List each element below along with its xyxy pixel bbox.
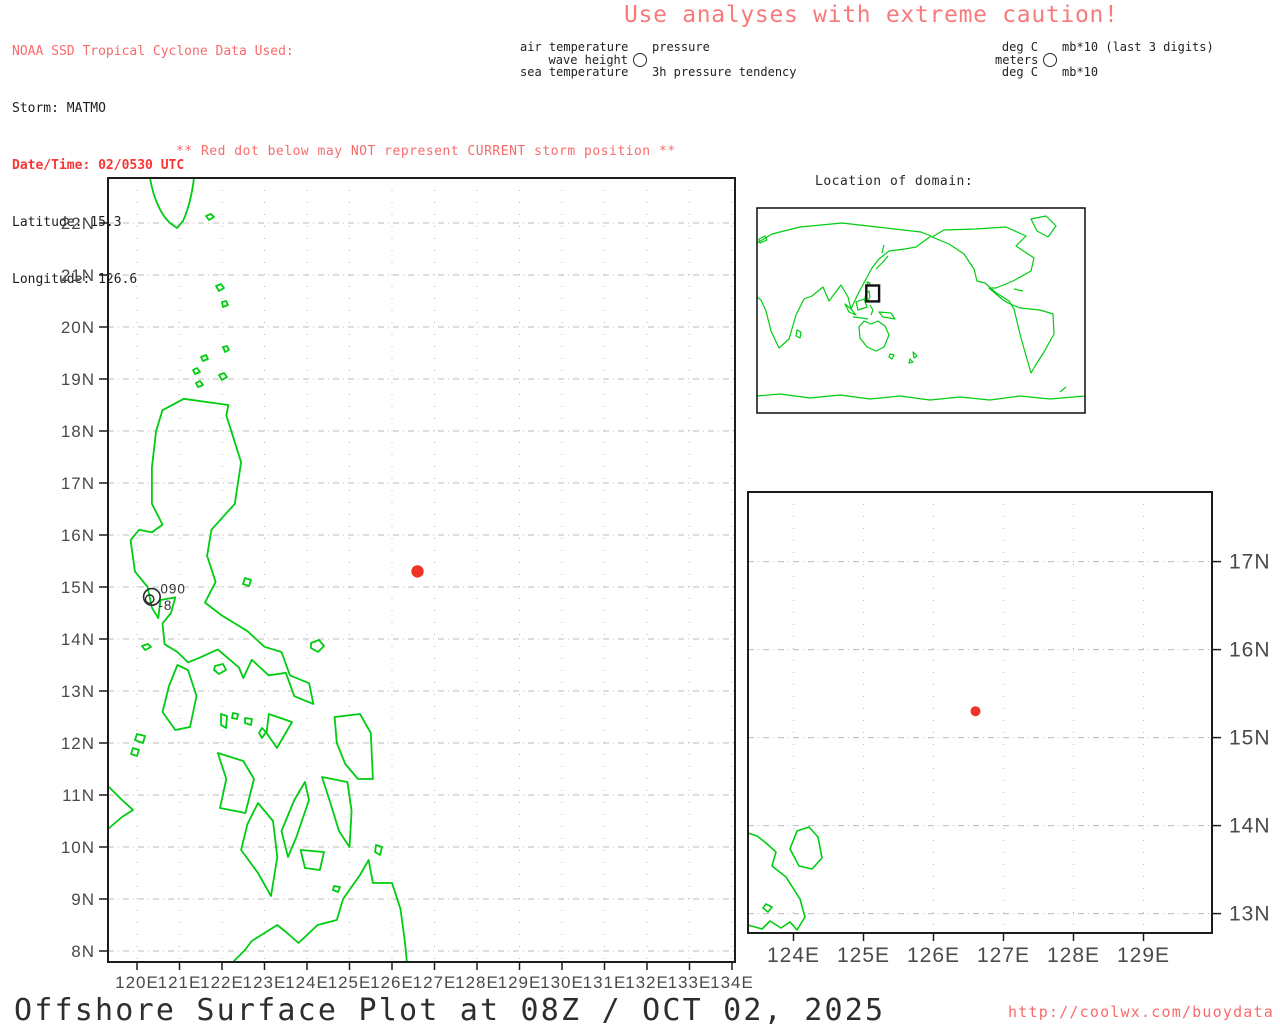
zoom-map-data-layer	[970, 706, 981, 717]
lon-tick-label: 129E	[498, 973, 542, 992]
lon-tick-label: 127E	[413, 973, 457, 992]
station-tendency-value: -8	[158, 598, 172, 613]
zoom-map-coastline	[747, 826, 823, 931]
source-url-link[interactable]: http://coolwx.com/buoydata	[1008, 1003, 1274, 1021]
lat-tick-label: 9N	[71, 890, 95, 909]
lat-tick-label: 17N	[1229, 551, 1271, 574]
lat-tick-label: 8N	[71, 942, 95, 961]
lat-tick-label: 21N	[61, 266, 95, 285]
lon-tick-label: 134E	[710, 973, 754, 992]
zoom-map-frame: 124E 125E 126E 127E 128E 129E 17N 16N 15N 14N 13N	[747, 491, 1271, 967]
map-graphics: 120E121E122E123E124E125E126E127E128E129E…	[61, 177, 1271, 992]
lat-tick-label: 13N	[61, 682, 95, 701]
storm-position-dot	[411, 565, 424, 578]
lon-tick-label: 131E	[583, 973, 627, 992]
world-coastline	[756, 215, 1086, 401]
lat-tick-label: 11N	[62, 786, 95, 805]
lon-tick-label: 133E	[668, 973, 712, 992]
lat-tick-label: 16N	[61, 526, 95, 545]
lon-tick-label: 125E	[837, 944, 890, 967]
lat-tick-label: 15N	[61, 578, 95, 597]
lat-tick-label: 20N	[61, 318, 95, 337]
main-map: 120E121E122E123E124E125E126E127E128E129E…	[61, 177, 754, 992]
lon-tick-label: 121E	[158, 973, 202, 992]
domain-inset-map	[756, 207, 1086, 414]
lon-tick-label: 122E	[200, 973, 244, 992]
lat-tick-label: 18N	[61, 422, 95, 441]
lon-tick-label: 126E	[370, 973, 414, 992]
philippines-coastline	[107, 177, 408, 963]
lat-tick-label: 15N	[1229, 727, 1271, 750]
lat-tick-label: 12N	[61, 734, 95, 753]
lon-tick-label: 120E	[115, 973, 159, 992]
plot-title: Offshore Surface Plot at 08Z / OCT 02, 2…	[14, 993, 886, 1024]
lon-tick-label: 130E	[540, 973, 584, 992]
lat-tick-label: 14N	[61, 630, 95, 649]
lon-tick-label: 124E	[767, 944, 820, 967]
lat-tick-label: 13N	[1229, 903, 1271, 926]
station-pressure-value: 090	[160, 581, 186, 596]
lon-tick-label: 126E	[907, 944, 960, 967]
zoom-map: 124E 125E 126E 127E 128E 129E 17N 16N 15N 14N 13N	[747, 491, 1271, 967]
main-map-data-layer: 090-8	[142, 565, 424, 613]
buoy-plot-page: NOAA SSD Tropical Cyclone Data Used: Sto…	[0, 0, 1280, 1024]
lat-tick-label: 19N	[61, 370, 95, 389]
lon-tick-label: 129E	[1117, 944, 1170, 967]
lon-tick-label: 128E	[1047, 944, 1100, 967]
lat-tick-label: 17N	[61, 474, 95, 493]
world-map-frame	[756, 207, 1086, 414]
lon-tick-label: 128E	[455, 973, 499, 992]
lon-tick-label: 125E	[328, 973, 372, 992]
lon-tick-label: 123E	[243, 973, 287, 992]
lon-tick-label: 127E	[977, 944, 1030, 967]
lon-tick-label: 124E	[285, 973, 329, 992]
lat-tick-label: 14N	[1229, 815, 1271, 838]
lat-tick-label: 10N	[61, 838, 95, 857]
storm-position-dot	[970, 706, 981, 717]
lon-tick-label: 132E	[625, 973, 669, 992]
lat-tick-label: 22N	[61, 214, 95, 233]
lat-tick-label: 16N	[1229, 639, 1271, 662]
